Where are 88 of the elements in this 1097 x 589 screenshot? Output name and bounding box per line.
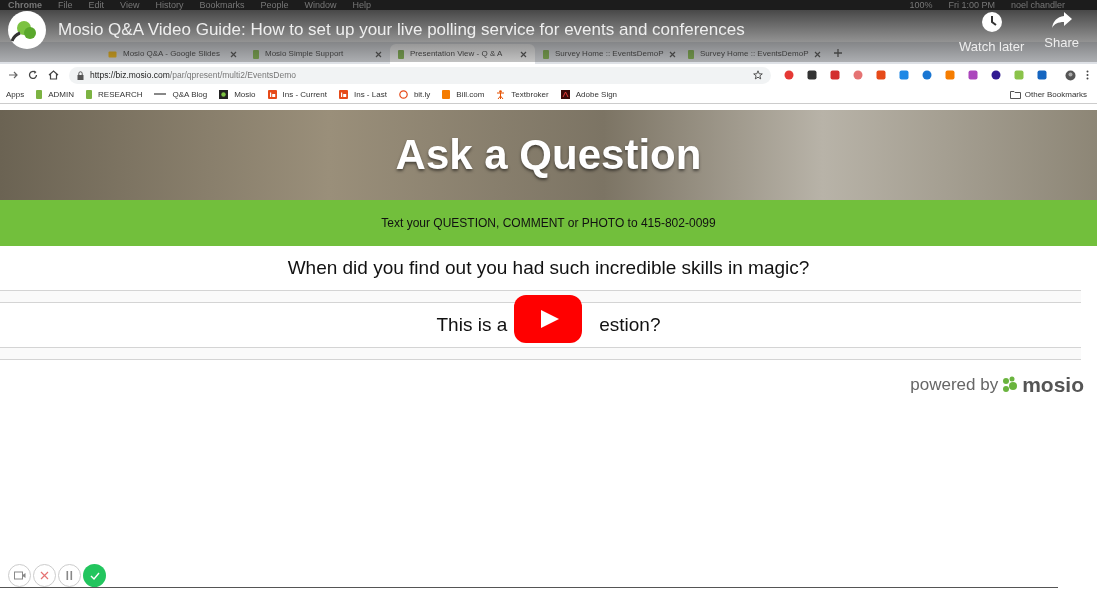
done-button[interactable] bbox=[83, 564, 106, 587]
bookmark-link[interactable]: Q&A Blog bbox=[154, 88, 208, 101]
clock: Fri 1:00 PM bbox=[948, 0, 995, 10]
address-bar[interactable]: https://biz.mosio.com/par/qpresent/multi2/EventsDemo bbox=[69, 66, 771, 84]
bookmark-folder[interactable]: Other Bookmarks bbox=[1009, 88, 1091, 101]
bookmark-link[interactable]: Bill.com bbox=[442, 88, 485, 101]
close-icon bbox=[40, 571, 49, 580]
home-icon[interactable] bbox=[48, 70, 59, 80]
cancel-button[interactable] bbox=[33, 564, 56, 587]
adobe-logo-icon bbox=[560, 90, 570, 99]
browser-tab[interactable]: Survey Home :: EventsDemoP bbox=[680, 44, 825, 64]
forward-icon[interactable] bbox=[8, 70, 18, 80]
lock-icon bbox=[77, 70, 84, 80]
bookmark-link[interactable]: RESEARCH bbox=[86, 88, 143, 101]
close-icon[interactable] bbox=[520, 50, 527, 58]
menu-item[interactable]: Help bbox=[352, 0, 371, 10]
bookmark-link[interactable]: Ins - Last bbox=[338, 88, 387, 101]
slides-icon bbox=[108, 49, 117, 59]
extension-icon[interactable] bbox=[807, 70, 817, 80]
menu-item[interactable]: Chrome bbox=[8, 0, 42, 10]
url-text: https://biz.mosio.com/par/qpresent/multi2/EventsDemo bbox=[90, 68, 297, 82]
sheet-icon bbox=[543, 49, 549, 59]
menu-item[interactable]: Window bbox=[304, 0, 337, 10]
sheet-icon bbox=[86, 90, 92, 99]
pause-button[interactable] bbox=[58, 564, 81, 587]
question-text: This is a bbox=[436, 312, 508, 337]
question-text: When did you find out you had such incredible skills in magic? bbox=[287, 255, 810, 280]
ins-logo-icon bbox=[338, 90, 348, 99]
instruction-text: Text your QUESTION, COMMENT or PHOTO to 415-802-0099 bbox=[381, 215, 716, 232]
question-text: estion? bbox=[599, 312, 661, 337]
camera-icon bbox=[13, 571, 26, 580]
star-icon[interactable] bbox=[753, 70, 763, 80]
menu-item[interactable]: History bbox=[155, 0, 184, 10]
tab-title: Survey Home :: EventsDemoP bbox=[555, 48, 664, 60]
answer-field[interactable] bbox=[0, 289, 1081, 303]
user-name: noel chandler bbox=[1010, 0, 1066, 10]
sheet-icon bbox=[688, 49, 694, 59]
browser-tab[interactable]: Mosio Simple Support bbox=[245, 44, 390, 64]
share-icon bbox=[1050, 11, 1073, 29]
bookmark-link[interactable]: Ins - Current bbox=[267, 88, 327, 101]
close-icon[interactable] bbox=[230, 50, 237, 58]
browser-tab[interactable]: Presentation View - Q & A bbox=[390, 44, 535, 64]
menu-item[interactable]: View bbox=[120, 0, 140, 10]
menu-item[interactable]: People bbox=[260, 0, 289, 10]
tab-title: Mosio Q&A - Google Slides bbox=[123, 48, 221, 60]
battery-level: 100% bbox=[909, 0, 933, 10]
play-button[interactable] bbox=[514, 295, 582, 343]
tab-title: Mosio Simple Support bbox=[265, 48, 345, 60]
close-icon[interactable] bbox=[814, 50, 822, 58]
clock-icon bbox=[980, 11, 1003, 33]
sheet-icon bbox=[36, 90, 43, 99]
menu-item[interactable]: Bookmarks bbox=[199, 0, 245, 10]
more-menu-icon[interactable] bbox=[1086, 70, 1089, 80]
bitly-logo-icon bbox=[398, 90, 408, 99]
powered-by-text: powered by bbox=[910, 374, 999, 396]
close-icon[interactable] bbox=[669, 50, 677, 58]
folder-icon bbox=[1009, 90, 1021, 99]
sheet-icon bbox=[253, 49, 259, 59]
banner-title: Ask a Question bbox=[395, 134, 702, 176]
brand-name: mosio bbox=[1022, 374, 1084, 396]
person-icon bbox=[496, 90, 506, 99]
bookmark-link[interactable]: ADMIN bbox=[36, 88, 74, 101]
check-icon bbox=[89, 571, 100, 580]
new-tab-icon[interactable] bbox=[833, 48, 843, 58]
camera-button[interactable] bbox=[8, 564, 31, 587]
browser-tab[interactable]: Survey Home :: EventsDemoP bbox=[535, 44, 680, 64]
browser-tab[interactable]: Mosio Q&A - Google Slides bbox=[100, 44, 245, 64]
bookmark-link[interactable]: Mosio bbox=[219, 88, 256, 101]
extension-icon[interactable] bbox=[1037, 70, 1047, 80]
pause-icon bbox=[66, 571, 73, 580]
bookmark-link[interactable]: bit.ly bbox=[398, 88, 431, 101]
paw-logo-icon bbox=[1002, 375, 1019, 394]
mosio-logo-icon bbox=[219, 90, 229, 99]
menu-item[interactable]: File bbox=[58, 0, 73, 10]
extension-icon[interactable] bbox=[991, 70, 1001, 80]
bookmark-link[interactable]: Apps bbox=[6, 88, 25, 101]
bookmark-link[interactable]: Textbroker bbox=[496, 88, 549, 101]
ins-logo-icon bbox=[267, 90, 277, 99]
tab-title: Presentation View - Q & A bbox=[410, 48, 504, 60]
sheet-icon bbox=[398, 49, 404, 59]
answer-field[interactable] bbox=[0, 346, 1081, 360]
bookmark-link[interactable]: Adobe Sign bbox=[560, 88, 618, 101]
profile-avatar-icon[interactable] bbox=[1065, 69, 1076, 81]
menu-item[interactable]: Edit bbox=[88, 0, 105, 10]
tab-title: Survey Home :: EventsDemoP bbox=[700, 48, 809, 60]
bill-logo-icon bbox=[442, 90, 451, 99]
reload-icon[interactable] bbox=[28, 70, 38, 80]
close-icon[interactable] bbox=[375, 50, 382, 58]
